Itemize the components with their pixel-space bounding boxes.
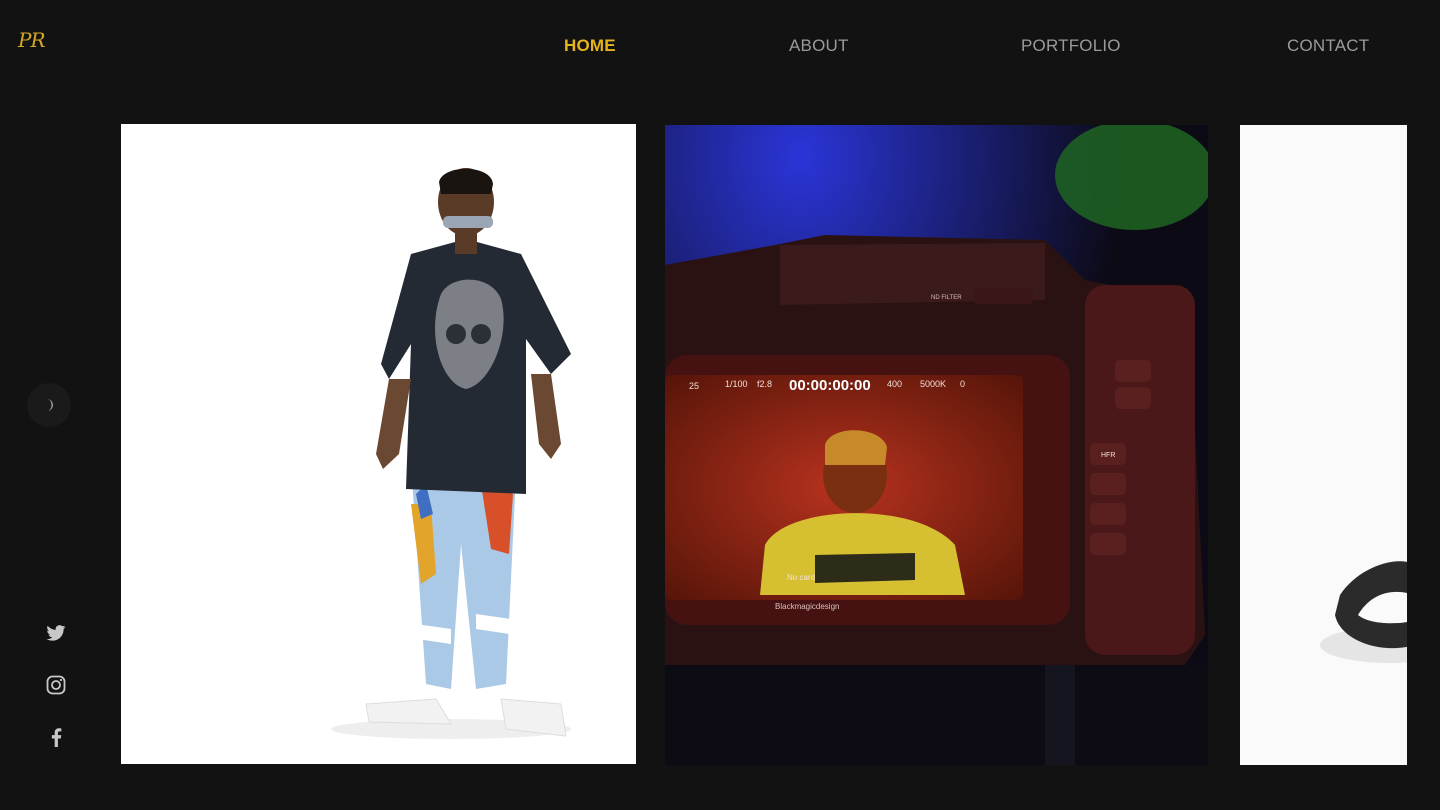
man-in-graphic-tee-photo [121,124,636,764]
nav-home-link[interactable]: HOME [564,36,616,56]
nav-contact-link[interactable]: CONTACT [1287,36,1369,56]
facebook-icon [51,727,61,747]
camera-hfr-label: HFR [1101,452,1115,459]
nav-about-link[interactable]: ABOUT [789,36,849,56]
gallery-photo-2[interactable]: 1/100 f2.8 00:00:00:00 400 5000K 0 25 No… [665,125,1208,765]
product-photo-partial [1240,125,1407,765]
nav-portfolio-link[interactable]: PORTFOLIO [1021,36,1121,56]
camera-shutter-label: 1/100 [725,379,748,389]
camera-iso-label: 400 [887,379,902,389]
camera-wb-label: 5000K [920,379,946,389]
theme-toggle-button[interactable] [27,383,71,427]
cinema-camera-monitor-photo: 1/100 f2.8 00:00:00:00 400 5000K 0 25 No… [665,125,1208,765]
moon-icon [47,399,53,411]
facebook-link[interactable] [44,725,68,749]
instagram-icon [46,675,66,695]
camera-timecode: 00:00:00:00 [789,377,871,394]
main-nav: HOME ABOUT PORTFOLIO CONTACT [0,36,1440,60]
page: PR HOME ABOUT PORTFOLIO CONTACT 1/100 f2… [0,0,1440,810]
twitter-icon [46,625,66,641]
camera-brand-label: Blackmagicdesign [775,602,839,611]
camera-card-status: No card [787,573,815,582]
camera-fps-label: 25 [689,381,699,391]
camera-nd-filter-label: ND FILTER [931,295,962,301]
twitter-link[interactable] [44,621,68,645]
camera-tint-label: 0 [960,379,965,389]
gallery-photo-3[interactable] [1240,125,1407,765]
gallery-photo-1[interactable] [121,124,636,764]
camera-iris-label: f2.8 [757,379,772,389]
instagram-link[interactable] [44,673,68,697]
